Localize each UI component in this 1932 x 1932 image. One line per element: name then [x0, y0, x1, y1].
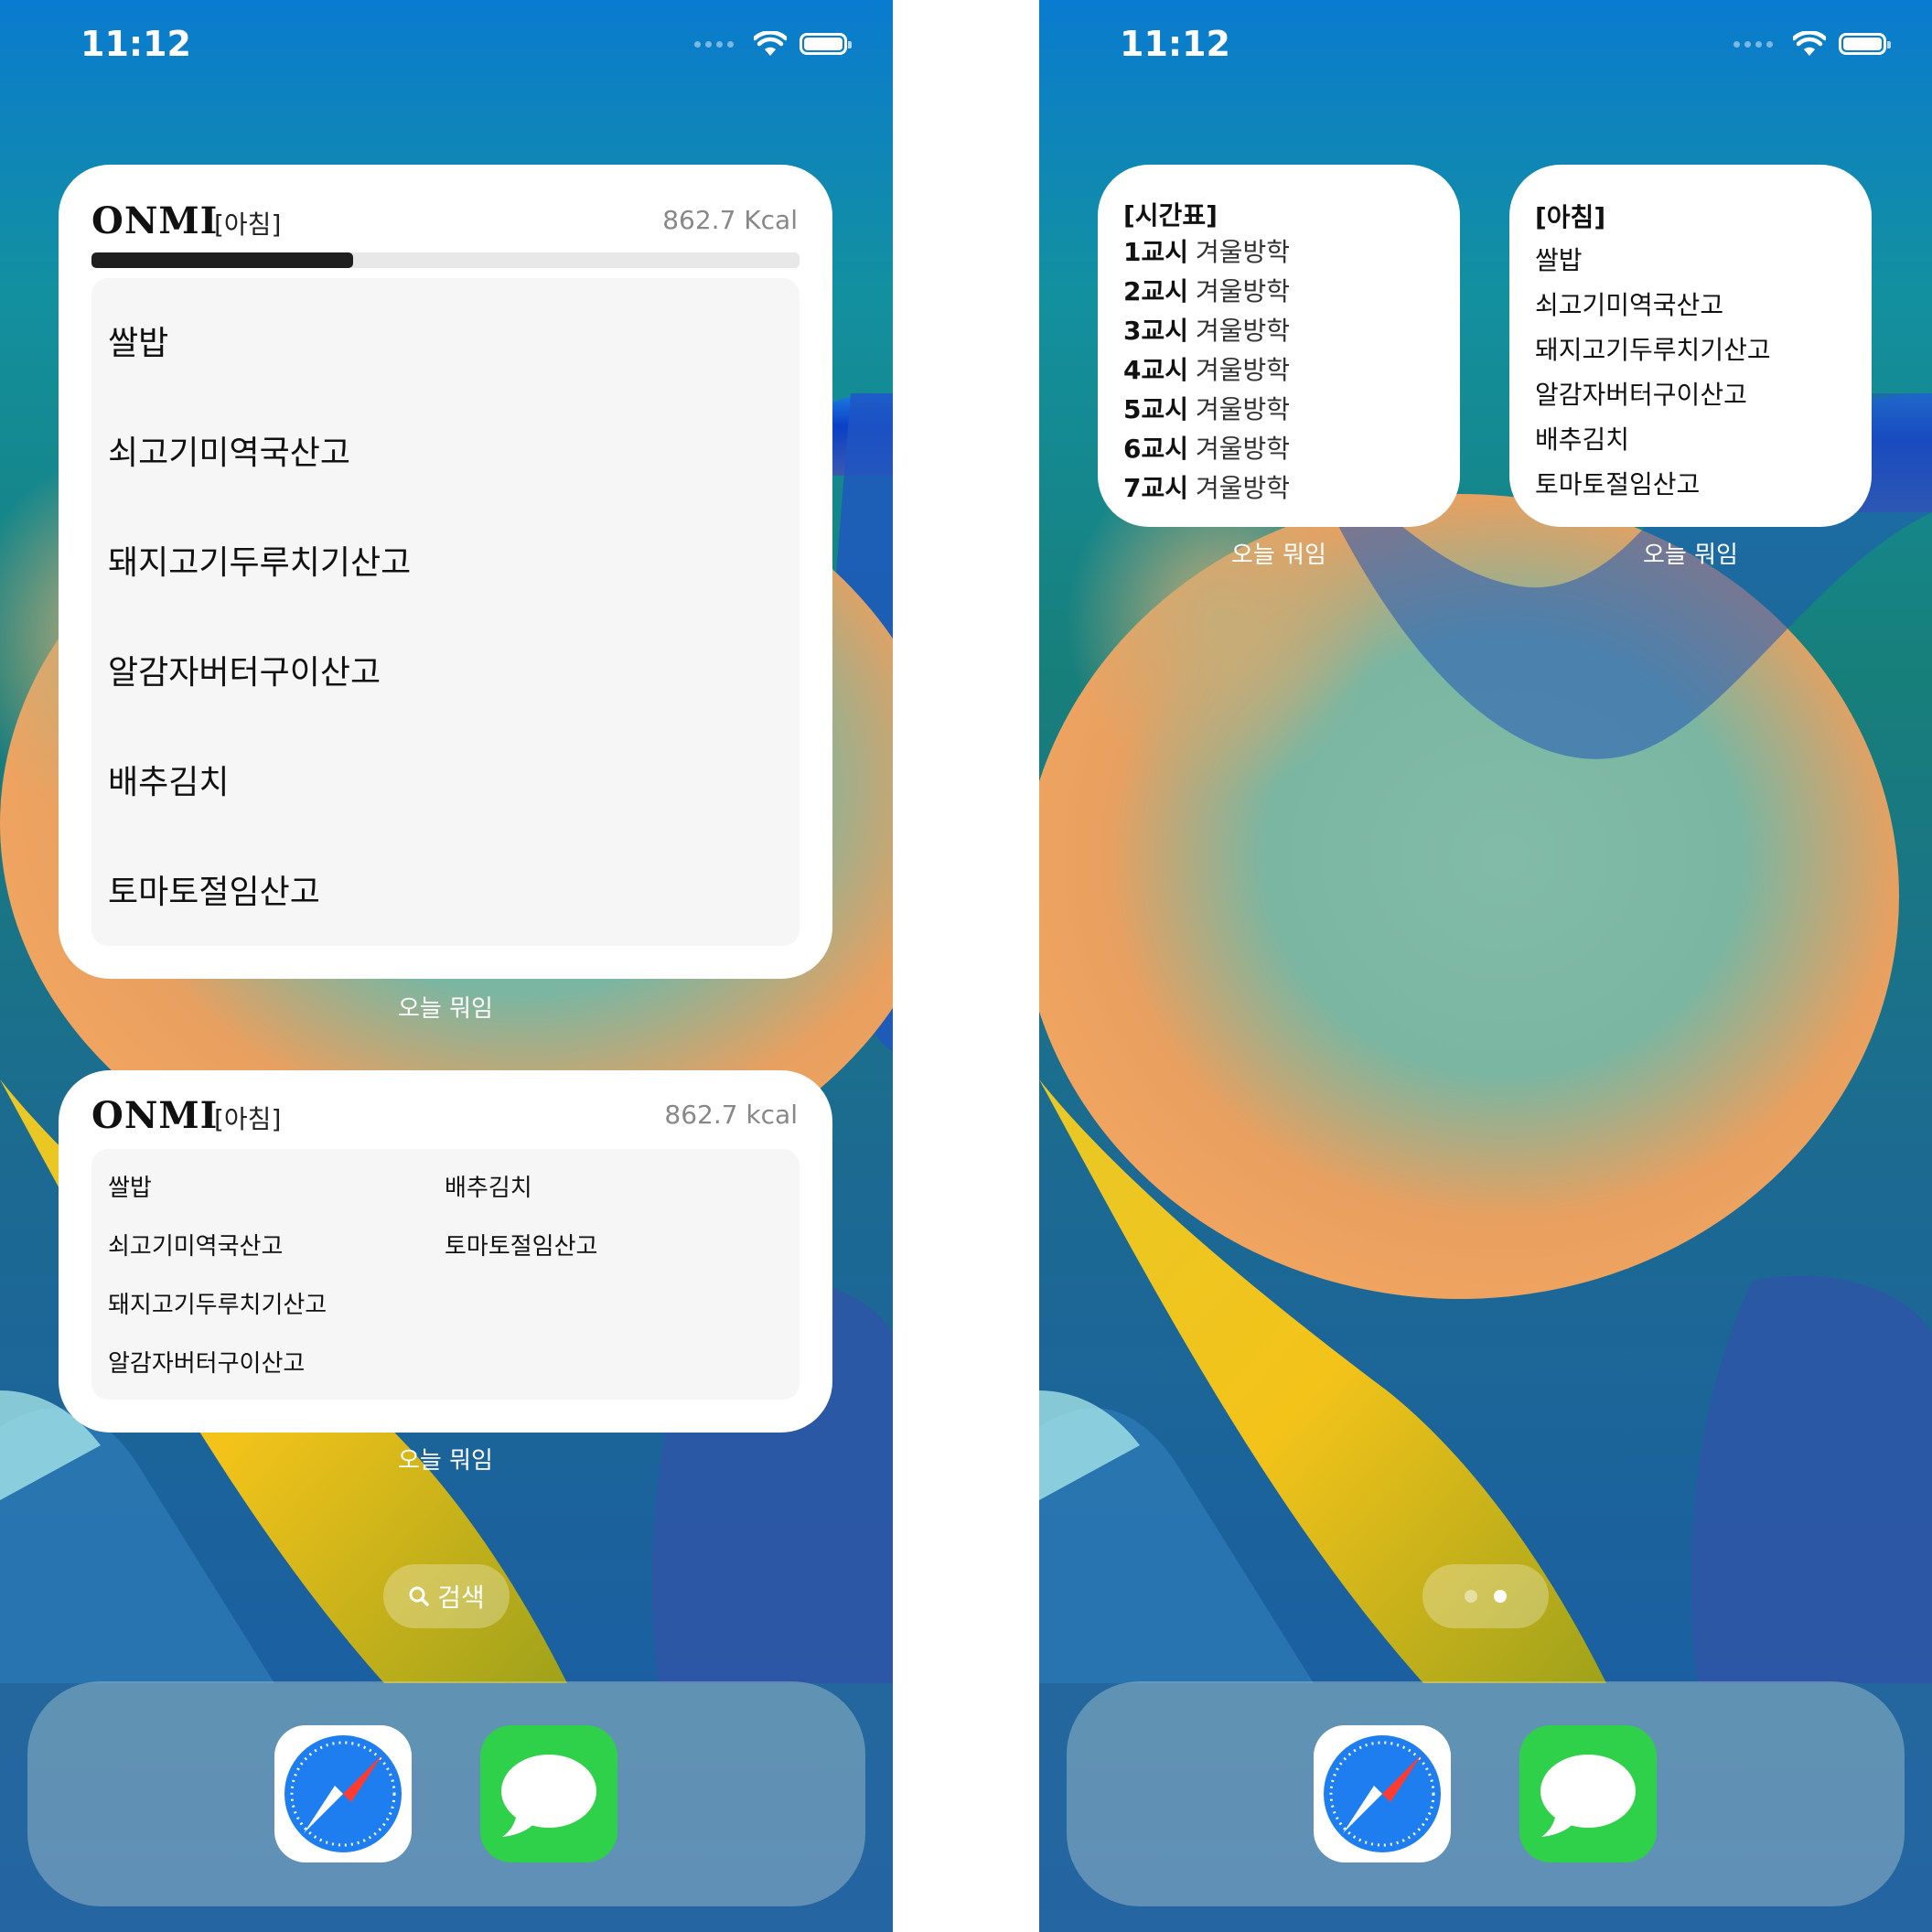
home-screen-right: 11:12 [시간표] 1교시 겨울방학 2교시 겨울방학 3교시 겨울방학 4교시 겨…	[1039, 0, 1932, 1932]
period: 2교시	[1123, 276, 1189, 306]
menu-item: 쇠고기미역국산고	[108, 435, 350, 472]
meal-title: [아침]	[1535, 202, 1606, 232]
period: 7교시	[1123, 473, 1189, 503]
page-indicator[interactable]	[1422, 1564, 1549, 1628]
kcal-value: 862.7 kcal	[664, 1100, 798, 1130]
safari-app-icon[interactable]	[274, 1725, 412, 1862]
menu-item: 알감자버터구이산고	[108, 654, 381, 692]
timetable-row: 2교시 겨울방학	[1123, 272, 1290, 308]
menu-item: 배추김치	[1535, 424, 1630, 455]
menu-item: 쇠고기미역국산고	[1535, 290, 1724, 320]
period: 1교시	[1123, 237, 1189, 267]
timetable-row: 4교시 겨울방학	[1123, 350, 1290, 387]
status-time: 11:12	[1120, 24, 1230, 64]
search-label: 검색	[437, 1583, 485, 1613]
spotlight-search-button[interactable]: 검색	[383, 1564, 510, 1628]
menu-item: 토마토절임산고	[108, 874, 320, 911]
wifi-icon	[1793, 31, 1826, 56]
calorie-progress-bar	[91, 252, 800, 268]
widget-label: 오늘 뭐임	[1643, 542, 1738, 569]
menu-item: 쌀밥	[108, 1175, 152, 1202]
timetable-widget[interactable]: [시간표] 1교시 겨울방학 2교시 겨울방학 3교시 겨울방학 4교시 겨울방학 5교…	[1098, 165, 1460, 527]
kcal-value: 862.7 Kcal	[662, 205, 798, 235]
menu-item: 돼지고기두루치기산고	[108, 1292, 327, 1319]
cellular-signal-icon	[1733, 40, 1773, 48]
onmi-logo: ONMI	[91, 199, 219, 242]
menu-item: 배추김치	[108, 764, 230, 801]
widget-label: 오늘 뭐임	[1231, 542, 1326, 569]
onmi-logo: ONMI	[91, 1094, 219, 1137]
subject: 겨울방학	[1196, 355, 1291, 385]
widget-label: 오늘 뭐임	[398, 995, 493, 1023]
cellular-signal-icon	[694, 40, 734, 48]
period: 4교시	[1123, 355, 1189, 385]
messages-app-icon[interactable]	[480, 1725, 617, 1862]
page-dot	[1494, 1590, 1507, 1603]
timetable-row: 1교시 겨울방학	[1123, 232, 1290, 269]
menu-item: 알감자버터구이산고	[1535, 380, 1747, 410]
menu-item: 알감자버터구이산고	[108, 1350, 306, 1378]
subject: 겨울방학	[1196, 473, 1291, 503]
timetable-row: 5교시 겨울방학	[1123, 390, 1290, 426]
timetable-row: 3교시 겨울방학	[1123, 311, 1290, 348]
calorie-progress-fill	[91, 252, 354, 268]
status-time: 11:12	[80, 24, 191, 64]
subject: 겨울방학	[1196, 434, 1291, 464]
page-dot	[1465, 1590, 1477, 1603]
menu-item: 배추김치	[445, 1175, 532, 1202]
battery-icon	[1839, 33, 1891, 55]
dock	[1067, 1681, 1905, 1906]
status-icons	[694, 31, 852, 57]
period: 3교시	[1123, 316, 1189, 346]
menu-item: 쇠고기미역국산고	[108, 1233, 284, 1261]
menu-item: 쌀밥	[1535, 245, 1583, 275]
messages-app-icon[interactable]	[1519, 1725, 1657, 1862]
subject: 겨울방학	[1196, 237, 1291, 267]
widget-label: 오늘 뭐임	[398, 1447, 493, 1475]
menu-item: 쌀밥	[108, 325, 169, 362]
period: 6교시	[1123, 434, 1189, 464]
small-meal-widget[interactable]: [아침] 쌀밥 쇠고기미역국산고 돼지고기두루치기산고 알감자버터구이산고 배추…	[1509, 165, 1872, 527]
battery-icon	[800, 33, 852, 55]
safari-app-icon[interactable]	[1314, 1725, 1451, 1862]
menu-item: 토마토절임산고	[445, 1233, 598, 1261]
menu-list: 쌀밥 쇠고기미역국산고 돼지고기두루치기산고 알감자버터구이산고 배추김치 토마…	[91, 1149, 800, 1400]
menu-item: 토마토절임산고	[1535, 469, 1701, 499]
wifi-icon	[754, 31, 787, 56]
meal-tag: [아침]	[214, 1104, 282, 1134]
home-screen-left: 11:12 ONMI [아침] 862.7 Kcal 쌀밥 쇠고기미역국산고 돼…	[0, 0, 893, 1932]
menu-item: 돼지고기두루치기산고	[1535, 335, 1771, 365]
timetable-row: 6교시 겨울방학	[1123, 429, 1290, 466]
status-icons	[1733, 31, 1891, 57]
period: 5교시	[1123, 394, 1189, 424]
timetable-title: [시간표]	[1123, 200, 1218, 231]
meal-tag: [아침]	[214, 209, 282, 240]
search-icon	[409, 1586, 429, 1606]
medium-meal-widget[interactable]: ONMI [아침] 862.7 kcal 쌀밥 쇠고기미역국산고 돼지고기두루치…	[59, 1070, 832, 1433]
subject: 겨울방학	[1196, 394, 1291, 424]
timetable-row: 7교시 겨울방학	[1123, 468, 1290, 505]
menu-item: 돼지고기두루치기산고	[108, 544, 412, 582]
menu-list: 쌀밥 쇠고기미역국산고 돼지고기두루치기산고 알감자버터구이산고 배추김치 토마…	[91, 278, 800, 946]
subject: 겨울방학	[1196, 276, 1291, 306]
subject: 겨울방학	[1196, 316, 1291, 346]
large-meal-widget[interactable]: ONMI [아침] 862.7 Kcal 쌀밥 쇠고기미역국산고 돼지고기두루치…	[59, 165, 832, 979]
dock	[27, 1681, 865, 1906]
